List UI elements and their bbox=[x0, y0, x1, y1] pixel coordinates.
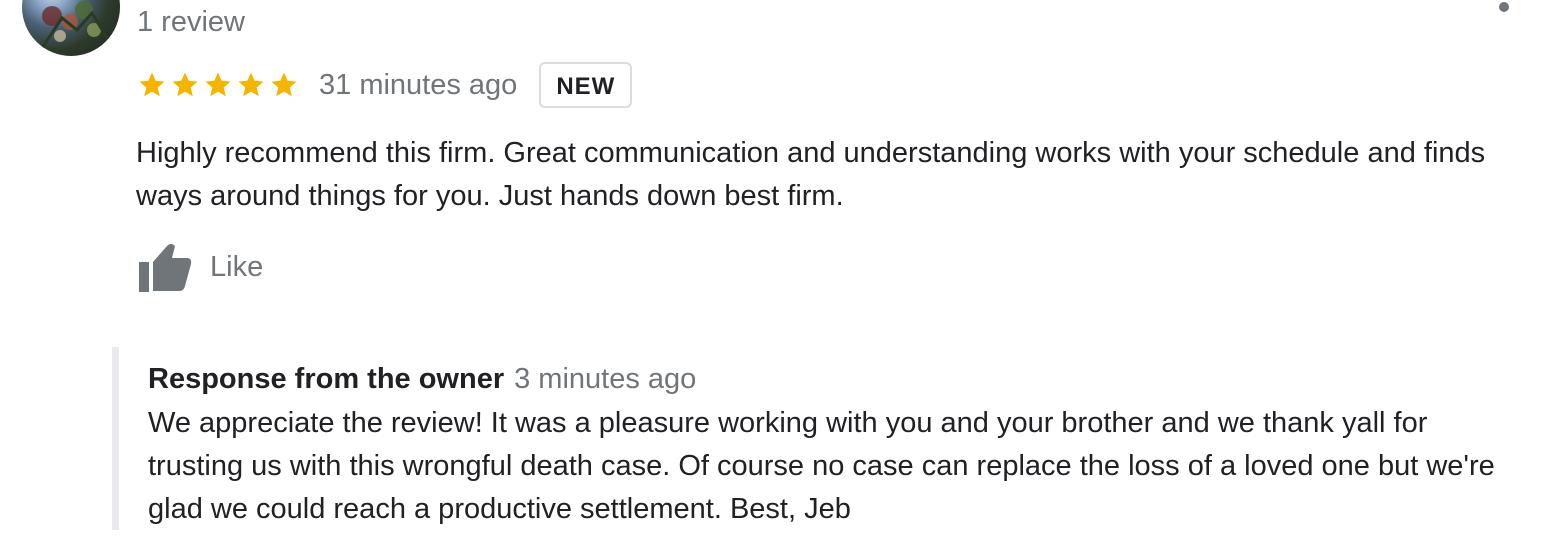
star-icon bbox=[271, 72, 297, 97]
owner-response-title: Response from the owner bbox=[148, 363, 505, 395]
reviewer-avatar[interactable] bbox=[22, 0, 120, 56]
like-button[interactable]: Like bbox=[137, 242, 263, 292]
review-time: 31 minutes ago bbox=[319, 68, 518, 101]
star-icon bbox=[172, 72, 198, 97]
owner-response-time: 3 minutes ago bbox=[514, 363, 697, 395]
avatar-photo bbox=[40, 1, 109, 49]
review-text: Highly recommend this firm. Great commun… bbox=[136, 137, 1486, 212]
thumbs-up-icon bbox=[139, 244, 192, 292]
owner-response-text: We appreciate the review! It was a pleas… bbox=[148, 407, 1495, 525]
star-rating bbox=[136, 70, 301, 100]
like-label: Like bbox=[210, 250, 264, 283]
owner-response-header: Response from the owner 3 minutes ago bbox=[148, 359, 696, 399]
star-icon bbox=[139, 72, 165, 97]
star-icon bbox=[205, 72, 231, 97]
rating-row: 31 minutes ago NEW bbox=[136, 60, 633, 110]
owner-response: Response from the owner 3 minutes ago We … bbox=[112, 347, 1529, 530]
more-options-icon[interactable] bbox=[1499, 2, 1509, 12]
new-badge: NEW bbox=[539, 62, 633, 108]
reviewer-review-count[interactable]: 1 review bbox=[137, 4, 245, 40]
star-icon bbox=[238, 72, 264, 97]
